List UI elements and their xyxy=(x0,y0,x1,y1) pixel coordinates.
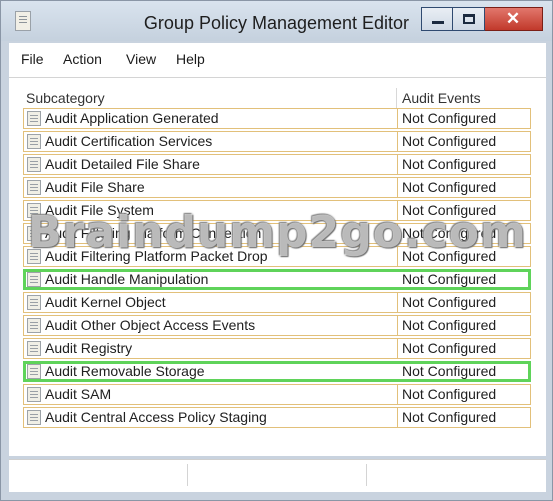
cell-divider xyxy=(397,177,398,198)
cell-divider xyxy=(397,108,398,129)
subcategory-cell: Audit Other Object Access Events xyxy=(45,317,256,333)
audit-policy-icon xyxy=(27,318,41,333)
table-row[interactable]: Audit Detailed File Share Not Configured xyxy=(23,154,531,175)
column-divider[interactable] xyxy=(396,88,397,108)
table-row[interactable]: Audit File System Not Configured xyxy=(23,200,531,221)
cell-divider xyxy=(397,246,398,267)
minimize-icon xyxy=(432,21,444,24)
audit-events-cell: Not Configured xyxy=(402,156,497,172)
audit-policy-icon xyxy=(27,180,41,195)
subcategory-cell: Audit Handle Manipulation xyxy=(45,271,209,287)
audit-policy-icon xyxy=(27,272,41,287)
audit-events-cell: Not Configured xyxy=(402,133,497,149)
cell-divider xyxy=(397,292,398,313)
status-segment xyxy=(188,464,367,486)
audit-policy-icon xyxy=(27,295,41,310)
audit-policy-icon xyxy=(27,157,41,172)
subcategory-cell: Audit Certification Services xyxy=(45,133,213,149)
audit-policy-icon xyxy=(27,249,41,264)
audit-policy-icon xyxy=(27,226,41,241)
audit-policy-icon xyxy=(27,134,41,149)
close-icon: ✕ xyxy=(505,9,521,28)
audit-events-cell: Not Configured xyxy=(402,225,497,241)
app-window: Group Policy Management Editor ✕ File Ac… xyxy=(0,0,553,501)
table-row[interactable]: Audit Other Object Access Events Not Conf… xyxy=(23,315,531,336)
maximize-icon xyxy=(463,14,475,24)
menu-bar: File Action View Help xyxy=(9,43,546,77)
cell-divider xyxy=(397,338,398,359)
audit-policy-icon xyxy=(27,341,41,356)
subcategory-cell: Audit File System xyxy=(45,202,154,218)
status-bar xyxy=(9,459,546,492)
table-row[interactable]: Audit Application Generated Not Configure… xyxy=(23,108,531,129)
audit-list-view[interactable]: Subcategory Audit Events Audit Applicati… xyxy=(9,77,546,456)
menu-help[interactable]: Help xyxy=(176,51,205,67)
subcategory-cell: Audit Registry xyxy=(45,340,133,356)
audit-policy-icon xyxy=(27,111,41,126)
audit-policy-icon xyxy=(27,203,41,218)
subcategory-cell: Audit Removable Storage xyxy=(45,363,205,379)
audit-events-cell: Not Configured xyxy=(402,179,497,195)
subcategory-cell: Audit File Share xyxy=(45,179,145,195)
title-bar[interactable]: Group Policy Management Editor ✕ xyxy=(1,1,552,41)
subcategory-cell: Audit Central Access Policy Staging xyxy=(45,409,267,425)
status-segment xyxy=(9,464,188,486)
cell-divider xyxy=(397,131,398,152)
table-row[interactable]: Audit Kernel Object Not Configured xyxy=(23,292,531,313)
subcategory-cell: Audit Kernel Object xyxy=(45,294,166,310)
menu-action[interactable]: Action xyxy=(63,51,102,67)
maximize-button[interactable] xyxy=(453,7,485,31)
table-row[interactable]: Audit Central Access Policy Staging Not C… xyxy=(23,407,531,428)
table-row[interactable]: Audit SAM Not Configured xyxy=(23,384,531,405)
cell-divider xyxy=(397,154,398,175)
audit-events-cell: Not Configured xyxy=(402,363,497,379)
column-header-audit-events[interactable]: Audit Events xyxy=(402,90,481,106)
cell-divider xyxy=(397,223,398,244)
audit-events-cell: Not Configured xyxy=(402,386,497,402)
audit-events-cell: Not Configured xyxy=(402,294,497,310)
audit-policy-icon xyxy=(27,364,41,379)
audit-events-cell: Not Configured xyxy=(402,271,497,287)
subcategory-cell: Audit Detailed File Share xyxy=(45,156,200,172)
subcategory-cell: Audit Application Generated xyxy=(45,110,219,126)
subcategory-cell: Audit SAM xyxy=(45,386,112,402)
menu-view[interactable]: View xyxy=(126,51,156,67)
cell-divider xyxy=(397,384,398,405)
audit-events-cell: Not Configured xyxy=(402,202,497,218)
table-row[interactable]: Audit Certification Services Not Configur… xyxy=(23,131,531,152)
audit-events-cell: Not Configured xyxy=(402,317,497,333)
table-row[interactable]: Audit Filtering Platform Connection Not C… xyxy=(23,223,531,244)
column-header-subcategory[interactable]: Subcategory xyxy=(26,90,105,106)
cell-divider xyxy=(397,315,398,336)
table-row[interactable]: Audit Filtering Platform Packet Drop Not … xyxy=(23,246,531,267)
subcategory-cell: Audit Filtering Platform Connection xyxy=(45,225,262,241)
table-row[interactable]: Audit Removable Storage Not Configured xyxy=(23,361,531,382)
table-row[interactable]: Audit Handle Manipulation Not Configured xyxy=(23,269,531,290)
menu-file[interactable]: File xyxy=(21,51,44,67)
cell-divider xyxy=(397,200,398,221)
cell-divider xyxy=(397,407,398,428)
audit-policy-icon xyxy=(27,410,41,425)
audit-events-cell: Not Configured xyxy=(402,110,497,126)
audit-events-cell: Not Configured xyxy=(402,248,497,264)
close-button[interactable]: ✕ xyxy=(485,7,543,31)
list-header: Subcategory Audit Events xyxy=(23,88,531,109)
audit-policy-icon xyxy=(27,387,41,402)
minimize-button[interactable] xyxy=(421,7,453,31)
subcategory-cell: Audit Filtering Platform Packet Drop xyxy=(45,248,268,264)
table-row[interactable]: Audit File Share Not Configured xyxy=(23,177,531,198)
table-row[interactable]: Audit Registry Not Configured xyxy=(23,338,531,359)
audit-events-cell: Not Configured xyxy=(402,409,497,425)
audit-events-cell: Not Configured xyxy=(402,340,497,356)
